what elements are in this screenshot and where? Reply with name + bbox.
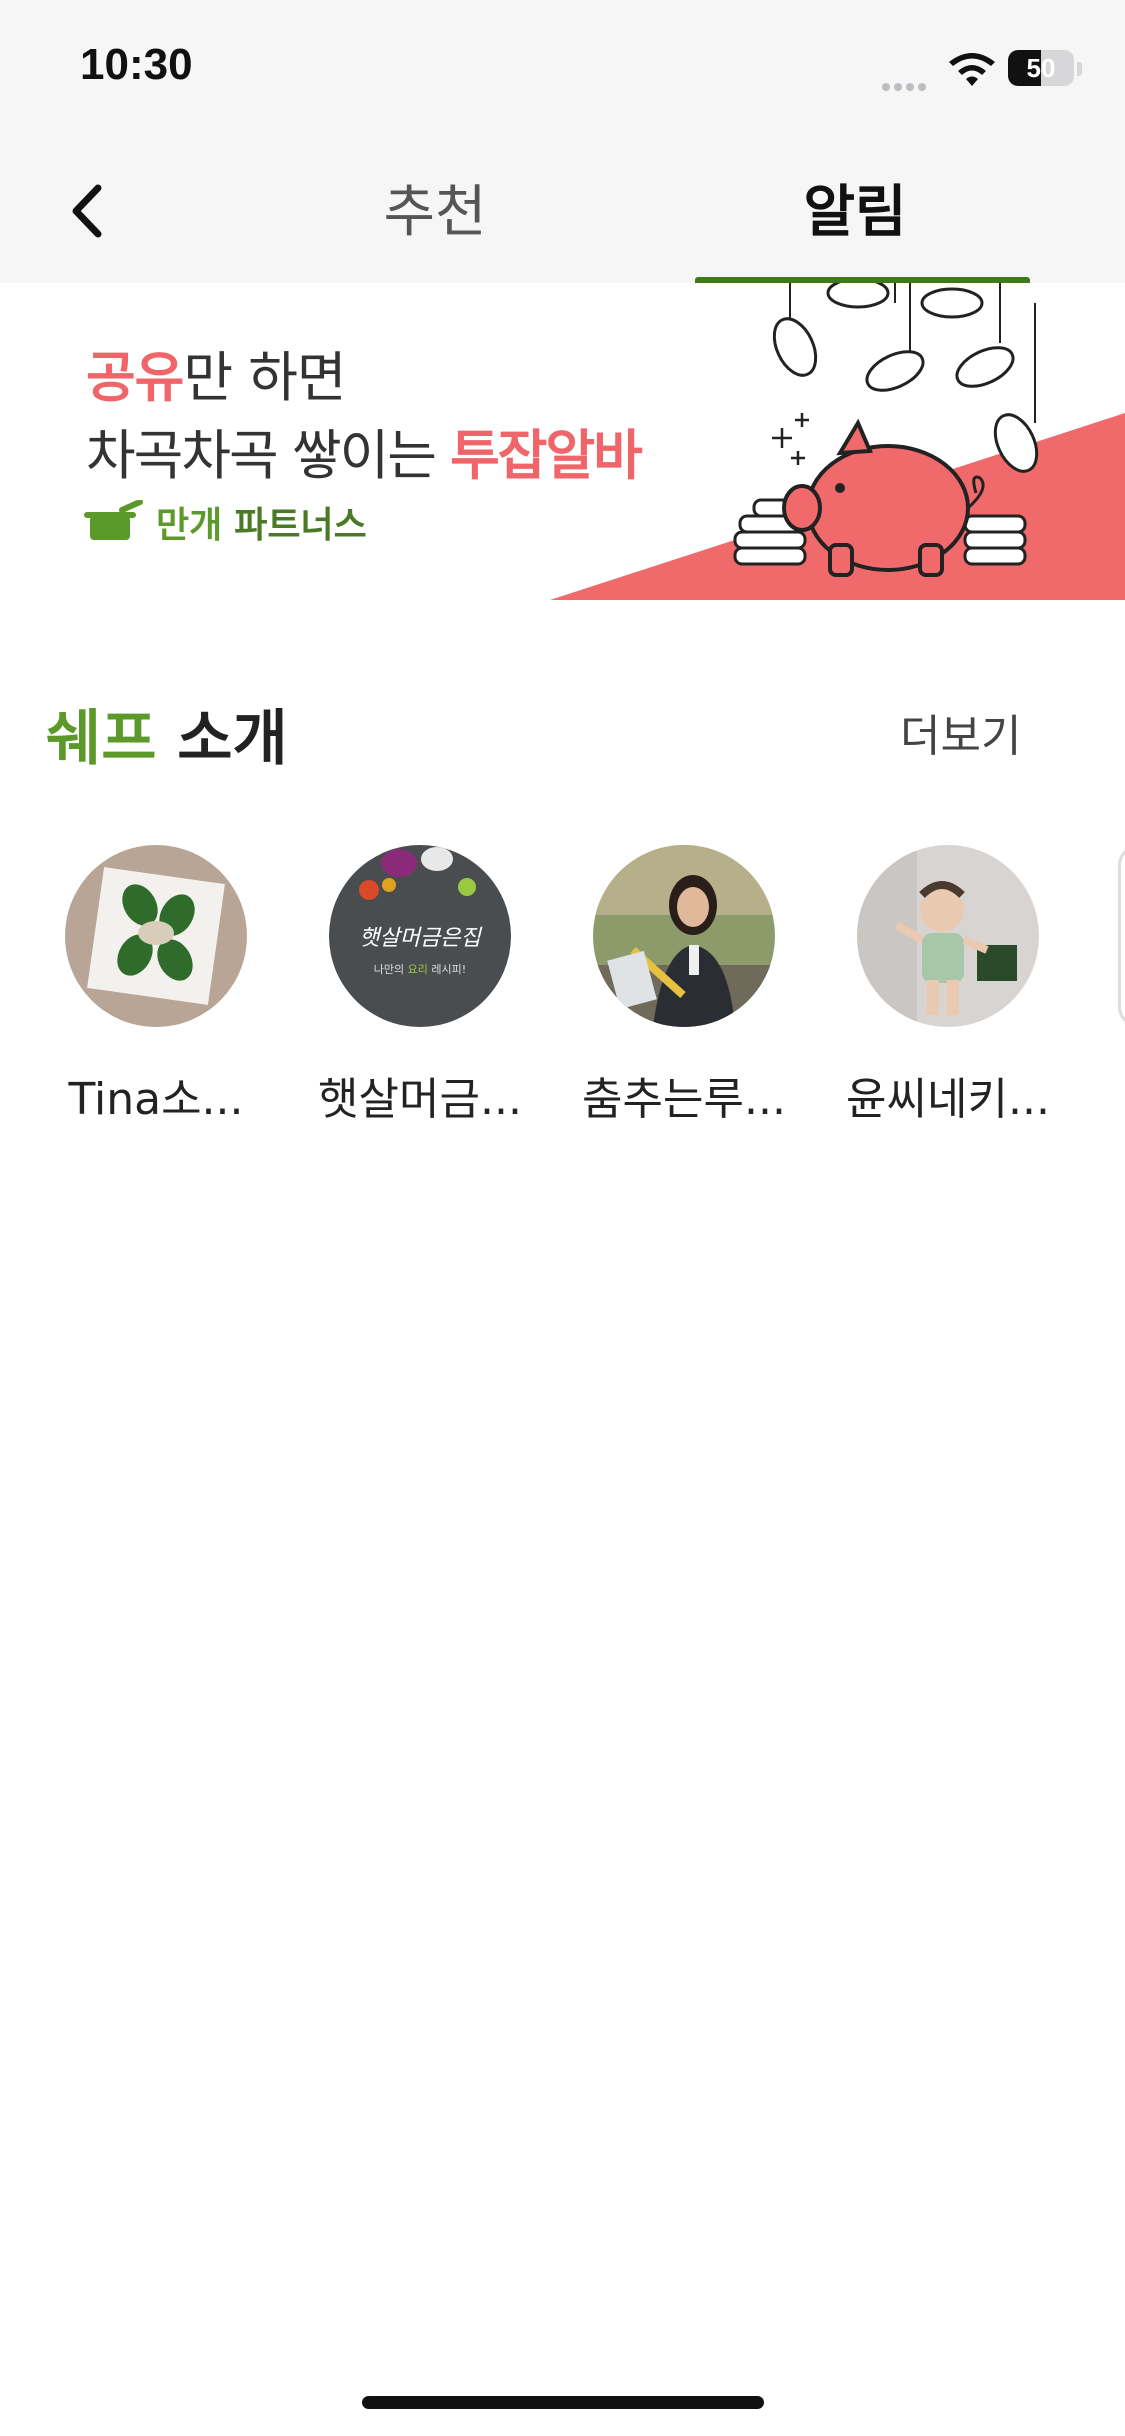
banner-highlight-share: 공유 [86, 346, 184, 409]
avatar[interactable] [65, 845, 247, 1027]
avatar-logo-subtitle: 나만의 요리 레시피! [374, 963, 466, 976]
battery-level: 50 [1026, 53, 1056, 83]
banner-headline-1: 공유만 하면 [86, 333, 347, 412]
chef-section-title: 쉐프 소개 [46, 690, 288, 777]
top-nav: 추천 알림 [0, 138, 1125, 283]
partner-logo: 만개 파트너스 [82, 497, 367, 547]
chef-card[interactable]: 햇살머금은집 나만의 요리 레시피! 햇살머금... [300, 845, 540, 1127]
chef-name: 춤추는루... [582, 1074, 786, 1125]
pot-icon [84, 500, 143, 540]
home-indicator[interactable] [362, 2396, 764, 2409]
next-chef-avatar-partial[interactable] [1118, 845, 1125, 1027]
status-bar: 10:30 50 [0, 0, 1125, 138]
section-title-accent: 쉐프 [46, 704, 157, 774]
promo-banner[interactable]: 공유만 하면 차곡차곡 쌓이는 투잡알바 만개 파트너스 [0, 283, 1125, 600]
avatar[interactable]: 햇살머금은집 나만의 요리 레시피! [329, 845, 511, 1027]
chef-name: 윤씨네키... [846, 1074, 1050, 1125]
wifi-icon [949, 53, 995, 86]
banner-text-1: 만 하면 [183, 346, 346, 409]
chef-name: Tina소... [68, 1074, 244, 1125]
banner-text-2: 차곡차곡 쌓이는 [86, 424, 451, 487]
battery-cap [1077, 62, 1082, 76]
chef-photo-dumplings [65, 845, 247, 1027]
chef-name: 햇살머금... [318, 1074, 522, 1125]
battery-icon: 50 [1008, 50, 1074, 86]
avatar-logo-title: 햇살머금은집 [359, 926, 482, 951]
partner-suffix: 파트너스 [234, 505, 367, 546]
section-title-rest: 소개 [156, 704, 288, 774]
tab-recommend[interactable]: 추천 [340, 168, 530, 258]
partner-brand: 만개 [156, 505, 223, 546]
chef-carousel[interactable]: Tina소... 햇살머금은집 나만의 요리 레시피! 햇살머금... 춤추는루… [0, 845, 1125, 1125]
piggy-bank-coins-illustration [550, 283, 1125, 600]
status-time: 10:30 [80, 40, 193, 89]
chef-card[interactable]: Tina소... [36, 845, 276, 1127]
chevron-left-icon[interactable] [60, 176, 120, 246]
chef-card[interactable]: 춤추는루... [564, 845, 804, 1127]
chef-photo-child [857, 845, 1039, 1027]
tab-notifications[interactable]: 알림 [760, 168, 950, 258]
chef-photo-person [593, 845, 775, 1027]
avatar[interactable] [593, 845, 775, 1027]
chef-card[interactable]: 윤씨네키... [828, 845, 1068, 1127]
avatar[interactable] [857, 845, 1039, 1027]
cellular-signal-icon [882, 76, 936, 91]
more-link[interactable]: 더보기 [900, 700, 1021, 764]
chef-photo-logo: 햇살머금은집 나만의 요리 레시피! [329, 845, 511, 1027]
